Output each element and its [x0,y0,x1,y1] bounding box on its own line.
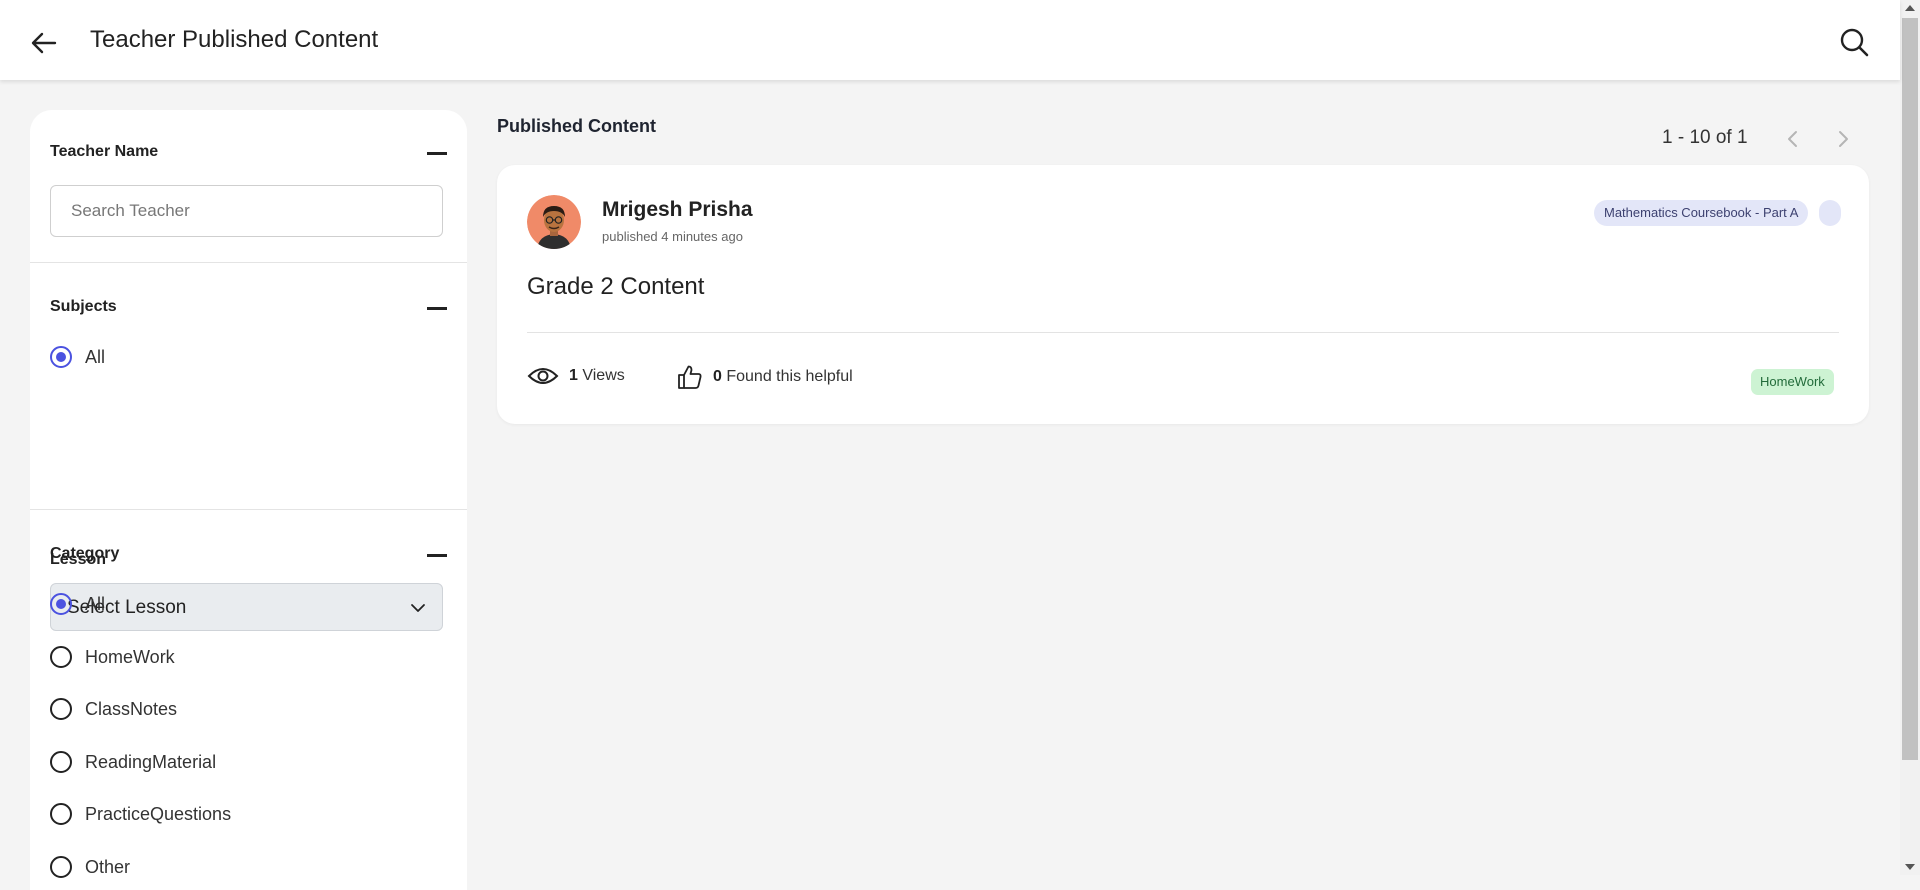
published-time: published 4 minutes ago [602,229,743,244]
category-option-classnotes[interactable]: ClassNotes [50,695,177,723]
helpful-button[interactable]: 0 Found this helpful [677,364,853,390]
chevron-right-icon[interactable] [1832,128,1854,150]
views-text: 1 Views [569,367,625,385]
teacher-avatar-icon [527,195,581,249]
category-option-homework[interactable]: HomeWork [50,643,175,671]
subjects-filter-section: Subjects All Lesson Select Lesson [30,263,467,631]
helpful-count: 0 [713,368,722,385]
collapse-teacher-icon[interactable] [427,143,447,163]
radio-label: All [85,346,106,367]
app-header: Teacher Published Content [0,0,1900,80]
views-label: Views [582,367,625,384]
radio-label: PracticeQuestions [85,803,232,824]
subjects-filter-title: Subjects [50,298,117,315]
teacher-filter-title: Teacher Name [50,143,159,160]
chevron-left-icon[interactable] [1782,128,1804,150]
lesson-select[interactable]: Select Lesson [50,583,443,631]
helpful-text: 0 Found this helpful [713,368,853,386]
radio-unchecked-icon [50,698,72,720]
page-scrollbar[interactable] [1900,0,1920,875]
scrollbar-thumb[interactable] [1902,18,1918,760]
subject-option-all[interactable]: All [50,343,105,371]
views-stat: 1 Views [527,365,625,387]
views-count: 1 [569,367,578,384]
radio-label: All [85,593,106,614]
search-teacher-input[interactable] [50,185,443,237]
category-filter-title: Category [50,545,120,562]
content-card[interactable]: Mrigesh Prisha published 4 minutes ago M… [497,165,1869,424]
back-button[interactable] [28,27,60,59]
radio-label: ReadingMaterial [85,751,217,772]
search-icon [1840,28,1869,57]
collapse-subjects-icon[interactable] [427,298,447,318]
author-name[interactable]: Mrigesh Prisha [602,198,753,222]
chevron-down-icon [411,604,425,612]
thumbs-up-icon [678,365,702,389]
category-option-readingmaterial[interactable]: ReadingMaterial [50,748,216,776]
radio-label: HomeWork [85,646,175,667]
page-title: Teacher Published Content [90,26,379,53]
radio-checked-icon [50,346,72,368]
avatar [527,195,581,249]
radio-unchecked-icon [50,751,72,773]
category-badge: HomeWork [1751,369,1834,395]
scroll-up-arrow-icon[interactable] [1905,5,1915,11]
card-divider [527,332,1839,333]
filter-sidebar: Teacher Name Subjects All Lesson Select … [30,110,467,890]
helpful-label: Found this helpful [726,368,853,385]
radio-unchecked-icon [50,646,72,668]
eye-icon [527,368,559,384]
scroll-down-arrow-icon[interactable] [1905,864,1915,870]
radio-label: Other [85,856,131,877]
more-tags-indicator [1819,200,1841,226]
collapse-category-icon[interactable] [427,545,447,565]
radio-unchecked-icon [50,803,72,825]
book-tag: Mathematics Coursebook - Part A [1594,200,1809,226]
search-button[interactable] [1838,26,1870,58]
category-option-all[interactable]: All [50,590,105,618]
teacher-filter-section: Teacher Name [30,110,467,263]
radio-checked-icon [50,593,72,615]
radio-label: ClassNotes [85,698,178,719]
content-title[interactable]: Grade 2 Content [527,273,704,301]
category-option-practicequestions[interactable]: PracticeQuestions [50,800,231,828]
category-option-other[interactable]: Other [50,853,130,881]
arrow-left-icon [31,32,57,54]
published-content-heading: Published Content [497,116,656,136]
pagination-range: 1 - 10 of 1 [1662,127,1748,148]
